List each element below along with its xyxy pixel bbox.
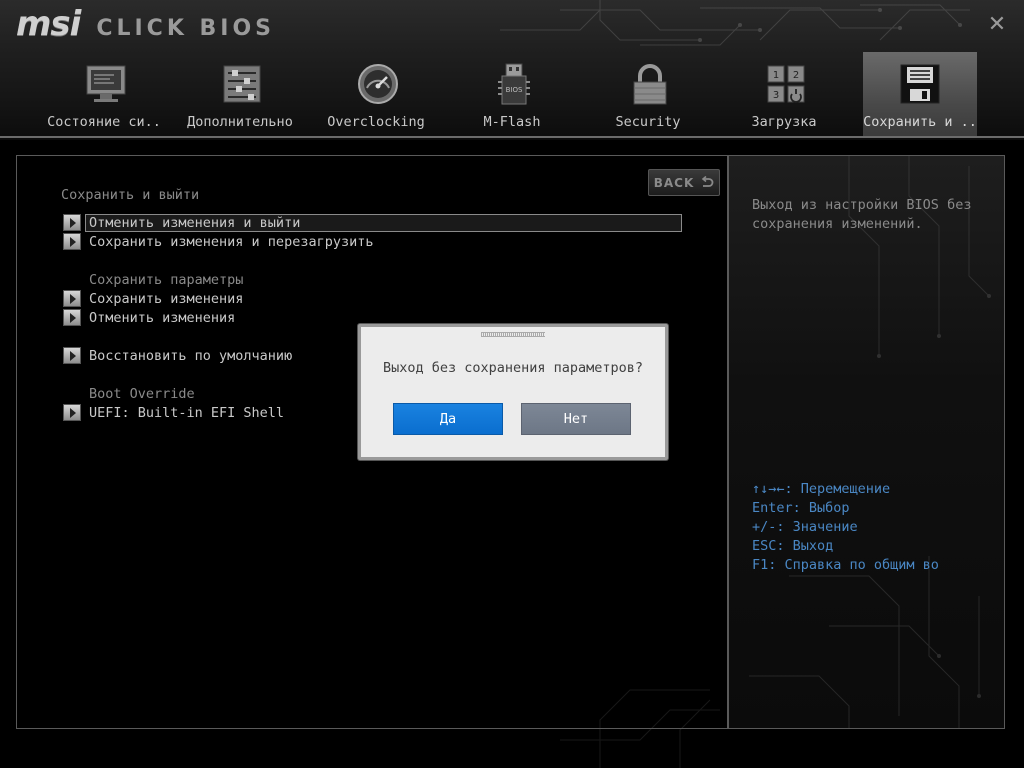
speedometer-icon bbox=[358, 64, 398, 104]
exit-confirm-dialog: Выход без сохранения параметров? Да Нет bbox=[358, 324, 668, 460]
submenu-arrow-icon bbox=[63, 214, 81, 231]
logo-product: CLICK BIOS bbox=[96, 16, 276, 41]
menu-item-label: Сохранить изменения и перезагрузить bbox=[89, 234, 374, 250]
tab-overclocking[interactable]: Overclocking bbox=[308, 52, 444, 138]
no-button[interactable]: Нет bbox=[521, 403, 631, 435]
menu-item-save-changes[interactable]: Сохранить изменения bbox=[61, 290, 683, 308]
floppy-disk-icon bbox=[900, 64, 940, 104]
tab-label: M-Flash bbox=[483, 114, 541, 130]
help-key-enter: Enter: Выбор bbox=[752, 500, 850, 516]
padlock-icon bbox=[633, 64, 667, 105]
tab-m-flash[interactable]: BIOS M-Flash bbox=[444, 52, 580, 138]
menu-item-label: Восстановить по умолчанию bbox=[89, 348, 293, 364]
svg-text:3: 3 bbox=[773, 90, 779, 101]
tab-advanced[interactable]: Дополнительно bbox=[172, 52, 308, 138]
bios-header: msi CLICK BIOS ✕ Состояние си.. Дополнит… bbox=[0, 0, 1024, 140]
svg-text:BIOS: BIOS bbox=[506, 86, 523, 94]
svg-text:1: 1 bbox=[773, 70, 779, 81]
tab-boot[interactable]: 1 2 3 Загрузка bbox=[716, 52, 852, 138]
back-button[interactable]: BACK bbox=[648, 169, 720, 196]
usb-bios-chip-icon: BIOS bbox=[498, 63, 530, 105]
tab-label: Состояние си.. bbox=[47, 114, 161, 130]
yes-button[interactable]: Да bbox=[393, 403, 503, 435]
menu-item-label: UEFI: Built-in EFI Shell bbox=[89, 405, 285, 421]
section-title-save-params: Сохранить параметры bbox=[89, 272, 244, 288]
monitor-icon bbox=[86, 65, 126, 102]
msi-click-bios-logo: msi CLICK BIOS bbox=[16, 4, 275, 44]
tabs-divider bbox=[0, 136, 1024, 138]
tab-label: Дополнительно bbox=[187, 114, 293, 130]
tab-label: Сохранить и .. bbox=[863, 114, 977, 130]
submenu-arrow-icon bbox=[63, 233, 81, 250]
main-tabs: Состояние си.. Дополнительно Overclockin… bbox=[36, 52, 982, 140]
submenu-arrow-icon bbox=[63, 404, 81, 421]
menu-item-save-reboot[interactable]: Сохранить изменения и перезагрузить bbox=[61, 233, 683, 251]
menu-item-label: Отменить изменения и выйти bbox=[89, 215, 301, 231]
svg-text:2: 2 bbox=[793, 70, 799, 81]
tab-save-exit[interactable]: Сохранить и .. bbox=[863, 52, 977, 138]
section-title-save-exit: Сохранить и выйти bbox=[61, 187, 200, 203]
back-label: BACK bbox=[653, 175, 695, 190]
tab-label: Загрузка bbox=[751, 114, 817, 130]
settings-sliders-icon bbox=[223, 65, 261, 103]
boot-order-icon: 1 2 3 bbox=[767, 65, 805, 103]
help-key-value: +/-: Значение bbox=[752, 519, 858, 535]
help-description: Выход из настройки BIOS без сохранения и… bbox=[752, 197, 972, 232]
menu-item-discard-exit[interactable]: Отменить изменения и выйти bbox=[61, 214, 683, 232]
logo-brand: msi bbox=[16, 4, 81, 44]
submenu-arrow-icon bbox=[63, 309, 81, 326]
tab-security[interactable]: Security bbox=[580, 52, 716, 138]
dialog-message: Выход без сохранения параметров? bbox=[382, 360, 644, 376]
help-key-navigate: ↑↓→←: Перемещение bbox=[752, 481, 891, 497]
section-title-boot-override: Boot Override bbox=[89, 386, 195, 402]
tab-label: Overclocking bbox=[327, 114, 425, 130]
tab-label: Security bbox=[615, 114, 681, 130]
close-icon[interactable]: ✕ bbox=[984, 12, 1010, 38]
tab-system-status[interactable]: Состояние си.. bbox=[36, 52, 172, 138]
back-arrow-icon bbox=[702, 175, 714, 187]
dialog-drag-handle[interactable] bbox=[481, 332, 545, 337]
submenu-arrow-icon bbox=[63, 347, 81, 364]
menu-item-label: Сохранить изменения bbox=[89, 291, 244, 307]
menu-item-label: Отменить изменения bbox=[89, 310, 236, 326]
submenu-arrow-icon bbox=[63, 290, 81, 307]
circuit-pattern-decoration bbox=[560, 689, 720, 768]
